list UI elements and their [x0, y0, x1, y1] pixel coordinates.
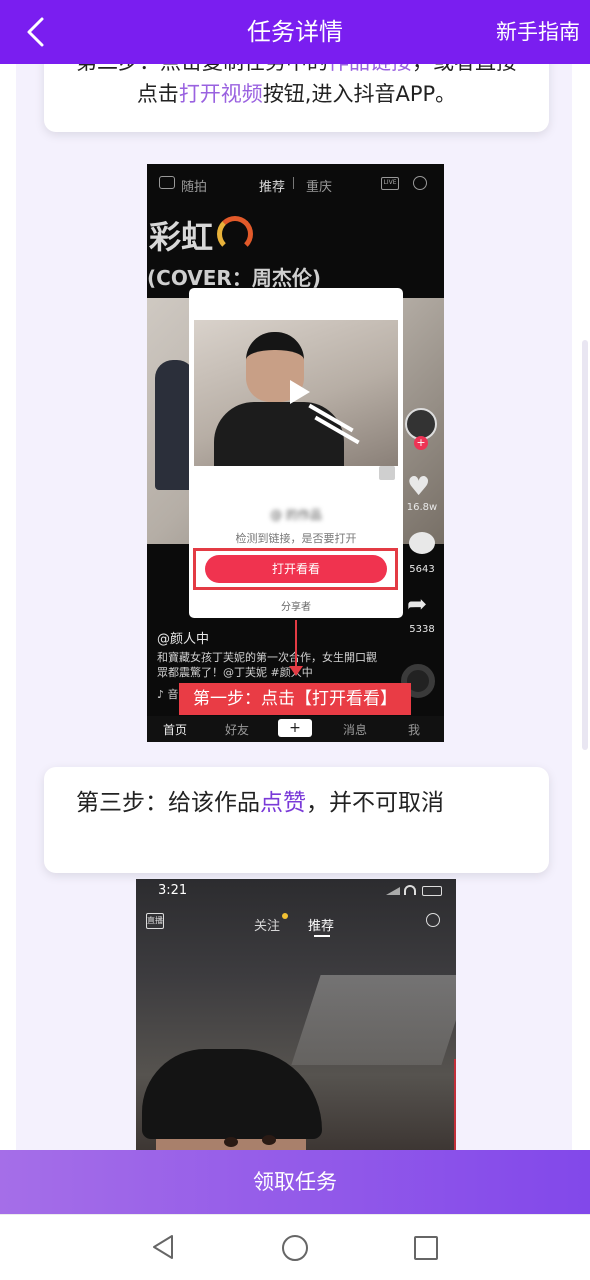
step1-label: 第一步：点击【打开看看】	[179, 683, 411, 715]
tab-underline	[314, 935, 330, 937]
task-detail-content[interactable]: 第二步：点击复制任务中的作品链接，或者直接 点击打开视频按钮,进入抖音APP。 …	[16, 64, 572, 1150]
nav-plus: +	[278, 719, 312, 737]
step2-text: 点击	[136, 82, 179, 106]
open-link-dialog: @ 的作品 检测到链接，是否要打开 打开看看 分享者	[189, 288, 403, 618]
signal-icon	[386, 887, 400, 895]
app-bottom-nav: 首页 好友 + 消息 我	[147, 716, 444, 742]
share-icon: ➦	[407, 590, 428, 618]
scrollbar[interactable]	[582, 340, 588, 750]
tab-suipai: 随拍	[181, 180, 208, 195]
search-icon	[426, 913, 440, 927]
like-link-text: 点赞	[260, 790, 306, 816]
tab-recommend: 推荐	[259, 180, 286, 195]
comment-count: 5643	[409, 564, 435, 575]
arrow-line	[295, 620, 297, 670]
arrow-down-icon	[289, 666, 303, 676]
person-eye	[224, 1137, 238, 1147]
video-description: 和寶藏女孩丁芙妮的第一次合作，女生開口觀眾都震驚了！@丁芙妮 #颜人中	[157, 651, 377, 679]
step3-prefix: 第三步：给该作品	[76, 790, 260, 816]
rainbow-icon	[217, 216, 253, 252]
tab-city: 重庆	[306, 180, 333, 195]
dialog-title: @ 的作品	[270, 508, 322, 522]
step3-text: 第三步：给该作品点赞，并不可取消	[76, 783, 444, 817]
wifi-icon	[404, 885, 416, 895]
step3-card: 第三步：给该作品点赞，并不可取消	[44, 767, 549, 873]
step2-line2: 点击打开视频按钮,进入抖音APP。	[44, 78, 549, 108]
cover-text: (COVER：周杰伦)	[147, 266, 321, 290]
play-icon	[290, 380, 310, 404]
step2-text: 第二步：点击复制任务中的	[76, 64, 328, 74]
nav-me: 我	[408, 723, 421, 737]
music-label: ♪ 音	[157, 688, 179, 701]
song-title: 彩虹	[149, 218, 214, 256]
tutorial-screenshot-step1: 随拍 推荐 重庆 LIVE 彩虹 (COVER：周杰伦) + ♥ 16.8w 5…	[147, 164, 444, 742]
step2-text: ，或者直接	[412, 64, 517, 74]
highlight-box	[193, 548, 398, 590]
share-count: 5338	[409, 624, 435, 635]
follow-plus-icon: +	[414, 436, 428, 450]
car-window	[291, 975, 456, 1065]
nav-friends: 好友	[225, 723, 250, 737]
tab-divider	[293, 177, 294, 189]
like-count: 16.8w	[406, 502, 438, 513]
nav-messages: 消息	[343, 723, 368, 737]
tutorial-screenshot-step3: 3:21 直播 关注 推荐	[136, 879, 456, 1150]
step3-suffix: ，并不可取消	[306, 790, 444, 816]
battery-icon	[422, 886, 442, 896]
open-video-link[interactable]: 打开视频	[179, 82, 263, 106]
comment-icon	[409, 532, 435, 554]
notification-dot	[282, 913, 288, 919]
nav-back-icon[interactable]	[150, 1233, 176, 1261]
tab-follow: 关注	[254, 919, 281, 934]
step2-text: 按钮,进入抖音APP。	[262, 82, 457, 106]
step2-card: 第二步：点击复制任务中的作品链接，或者直接 点击打开视频按钮,进入抖音APP。	[44, 64, 549, 132]
app-top-bar: 随拍 推荐 重庆 LIVE	[147, 164, 444, 204]
work-link-text[interactable]: 作品链接	[328, 64, 412, 74]
camera-icon	[159, 176, 175, 189]
claim-task-button[interactable]: 领取任务	[0, 1150, 590, 1214]
live-icon: 直播	[146, 913, 164, 929]
tab-recommend: 推荐	[308, 919, 335, 934]
nav-home: 首页	[163, 723, 188, 737]
video-author: @颜人中	[157, 632, 210, 647]
sharer-text: 分享者	[281, 602, 311, 613]
top-bar: 任务详情 新手指南	[0, 0, 590, 64]
step2-line1: 第二步：点击复制任务中的作品链接，或者直接	[76, 64, 517, 76]
detect-link-text: 检测到链接，是否要打开	[235, 532, 357, 545]
image-icon	[379, 466, 395, 480]
system-nav-bar	[0, 1214, 590, 1280]
heart-icon: ♥	[407, 472, 431, 502]
person-eye	[262, 1135, 276, 1145]
nav-recent-apps-icon[interactable]	[414, 1236, 438, 1260]
search-icon	[413, 176, 427, 190]
video-thumbnail	[194, 320, 398, 466]
nav-home-icon[interactable]	[282, 1235, 308, 1261]
live-icon: LIVE	[381, 177, 399, 190]
edge-line	[454, 1059, 456, 1150]
beginner-guide-link[interactable]: 新手指南	[496, 0, 580, 64]
status-time: 3:21	[158, 883, 188, 898]
